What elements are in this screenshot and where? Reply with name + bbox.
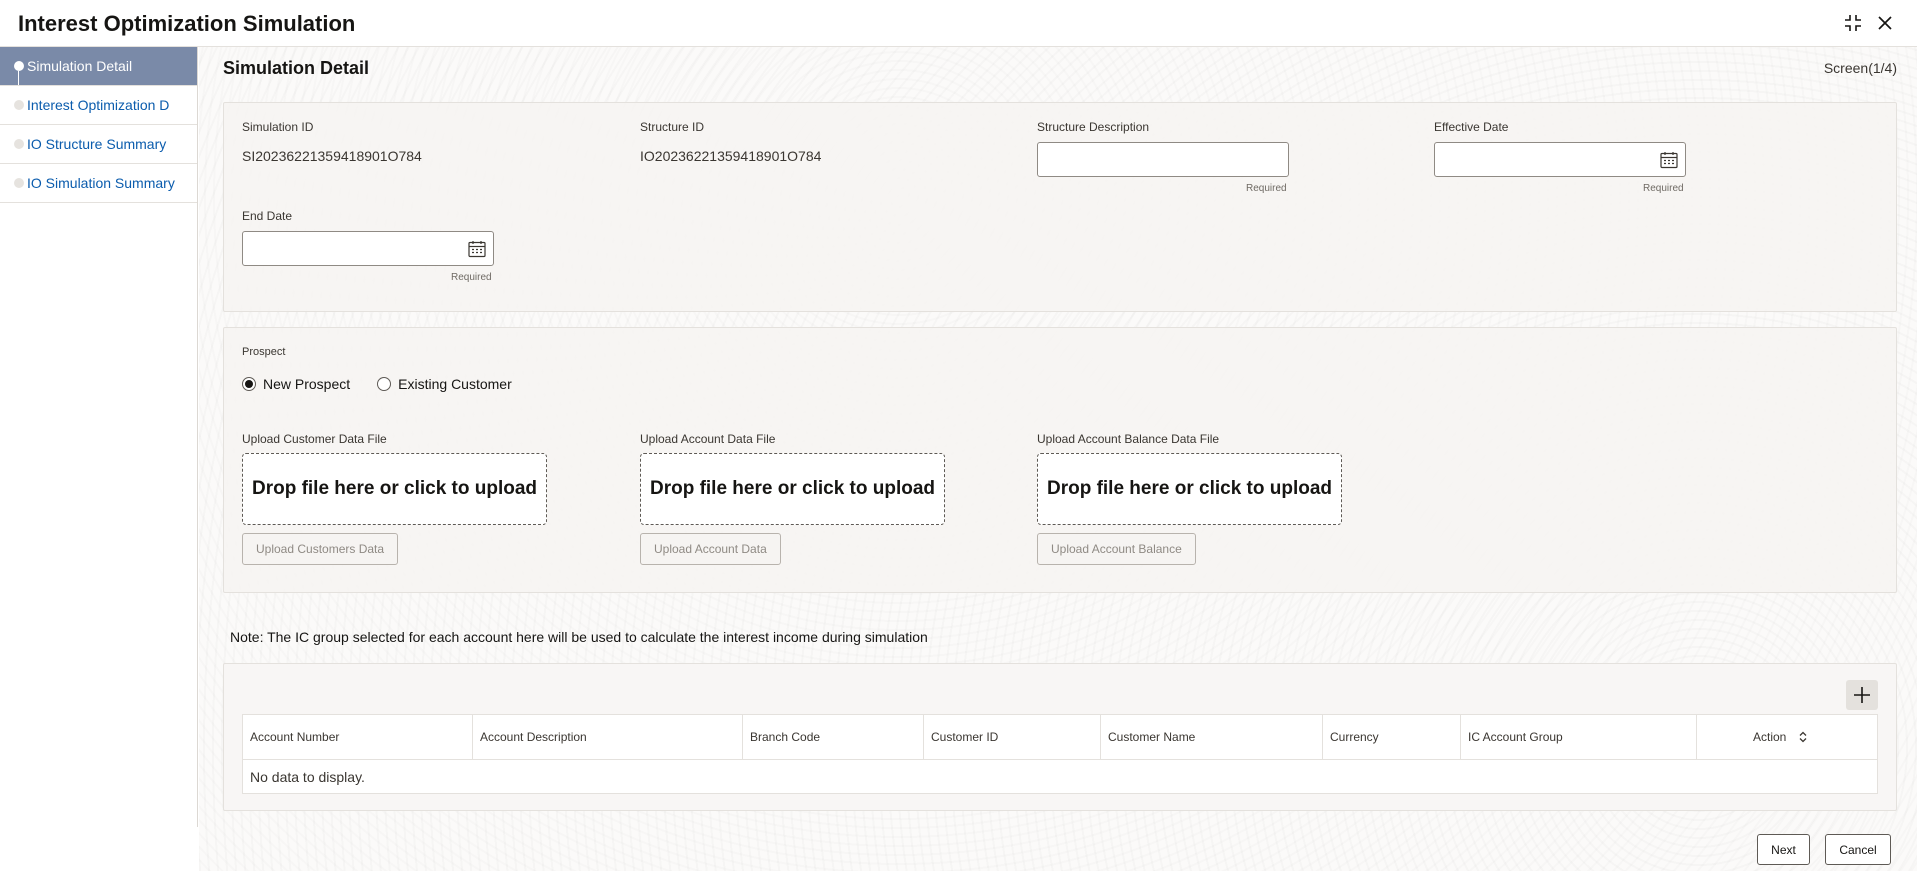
radio-selected-icon <box>242 377 256 391</box>
sidebar-nav: Simulation Detail Interest Optimization … <box>0 47 198 827</box>
upload-account-label: Upload Account Data File <box>640 432 776 446</box>
customer-file-drop-zone[interactable]: Drop file here or click to upload <box>242 453 547 525</box>
simulation-id-value: SI20236221359418901O784 <box>242 148 422 164</box>
page-title: Simulation Detail <box>223 58 370 78</box>
sidebar-item-io-simulation-summary[interactable]: IO Simulation Summary <box>0 164 197 203</box>
column-header-action[interactable]: Action <box>1697 715 1877 759</box>
sidebar-item-label: Interest Optimization D <box>27 97 170 113</box>
plus-icon <box>1854 687 1870 703</box>
step-indicator-icon <box>14 100 24 110</box>
prospect-radio-group: New Prospect Existing Customer <box>242 376 512 392</box>
table-empty-message: No data to display. <box>250 768 365 785</box>
upload-account-balance-button[interactable]: Upload Account Balance <box>1037 533 1196 565</box>
end-date-label: End Date <box>242 209 293 223</box>
window-header: Interest Optimization Simulation <box>0 0 1917 47</box>
end-date-input[interactable] <box>242 231 494 266</box>
new-prospect-radio[interactable]: New Prospect <box>242 376 350 392</box>
sidebar-item-label: Simulation Detail <box>27 58 133 74</box>
action-column-label: Action <box>1753 730 1787 744</box>
sidebar-item-interest-optimization[interactable]: Interest Optimization D <box>0 86 197 125</box>
calendar-icon[interactable] <box>1659 150 1679 170</box>
add-row-button[interactable] <box>1846 680 1878 710</box>
structure-id-label: Structure ID <box>640 120 705 134</box>
structure-description-input[interactable] <box>1037 142 1289 177</box>
sidebar-item-simulation-detail[interactable]: Simulation Detail <box>0 47 197 86</box>
sort-icon[interactable] <box>1798 731 1808 743</box>
main-content: Simulation Detail Screen(1/4) Simulation… <box>199 47 1917 871</box>
column-header-customer-name[interactable]: Customer Name <box>1101 715 1323 759</box>
account-table: Account Number Account Description Branc… <box>242 714 1878 794</box>
column-header-customer-id[interactable]: Customer ID <box>924 715 1101 759</box>
step-indicator-icon <box>14 61 24 71</box>
structure-description-required: Required <box>1246 183 1287 194</box>
simulation-id-label: Simulation ID <box>242 120 314 134</box>
cancel-button[interactable]: Cancel <box>1825 834 1891 865</box>
step-indicator-icon <box>14 139 24 149</box>
sidebar-item-label: IO Structure Summary <box>27 136 167 152</box>
upload-account-balance-label: Upload Account Balance Data File <box>1037 432 1220 446</box>
upload-account-data-button[interactable]: Upload Account Data <box>640 533 781 565</box>
screen-indicator: Screen(1/4) <box>1823 60 1897 76</box>
prospect-upload-panel: Prospect New Prospect Existing Customer … <box>223 327 1897 593</box>
existing-customer-label: Existing Customer <box>398 376 512 392</box>
step-connector <box>18 71 19 85</box>
structure-description-label: Structure Description <box>1037 120 1150 134</box>
effective-date-required: Required <box>1643 183 1684 194</box>
column-header-account-number[interactable]: Account Number <box>243 715 473 759</box>
column-header-ic-account-group[interactable]: IC Account Group <box>1461 715 1697 759</box>
calendar-icon[interactable] <box>467 239 487 259</box>
sidebar-item-label: IO Simulation Summary <box>27 175 175 191</box>
new-prospect-label: New Prospect <box>263 376 351 392</box>
column-header-account-description[interactable]: Account Description <box>473 715 743 759</box>
effective-date-input[interactable] <box>1434 142 1686 177</box>
step-indicator-icon <box>14 178 24 188</box>
minimize-icon[interactable] <box>1842 12 1864 34</box>
column-header-branch-code[interactable]: Branch Code <box>743 715 924 759</box>
account-table-panel: Account Number Account Description Branc… <box>223 663 1897 811</box>
column-header-currency[interactable]: Currency <box>1323 715 1461 759</box>
prospect-label: Prospect <box>242 346 286 358</box>
existing-customer-radio[interactable]: Existing Customer <box>377 376 512 392</box>
radio-unselected-icon <box>377 377 392 391</box>
upload-customers-data-button[interactable]: Upload Customers Data <box>242 533 399 565</box>
close-icon[interactable] <box>1874 12 1896 34</box>
effective-date-label: Effective Date <box>1434 120 1509 134</box>
account-balance-file-drop-zone[interactable]: Drop file here or click to upload <box>1037 453 1342 525</box>
structure-id-value: IO20236221359418901O784 <box>640 148 822 164</box>
account-file-drop-zone[interactable]: Drop file here or click to upload <box>640 453 945 525</box>
table-header: Account Number Account Description Branc… <box>243 715 1877 760</box>
ic-group-note: Note: The IC group selected for each acc… <box>230 629 928 645</box>
simulation-detail-panel: Simulation ID SI20236221359418901O784 St… <box>223 102 1897 312</box>
end-date-required: Required <box>451 272 492 283</box>
upload-customer-label: Upload Customer Data File <box>242 432 387 446</box>
next-button[interactable]: Next <box>1757 834 1810 865</box>
app-title: Interest Optimization Simulation <box>18 11 356 36</box>
sidebar-item-io-structure-summary[interactable]: IO Structure Summary <box>0 125 197 164</box>
